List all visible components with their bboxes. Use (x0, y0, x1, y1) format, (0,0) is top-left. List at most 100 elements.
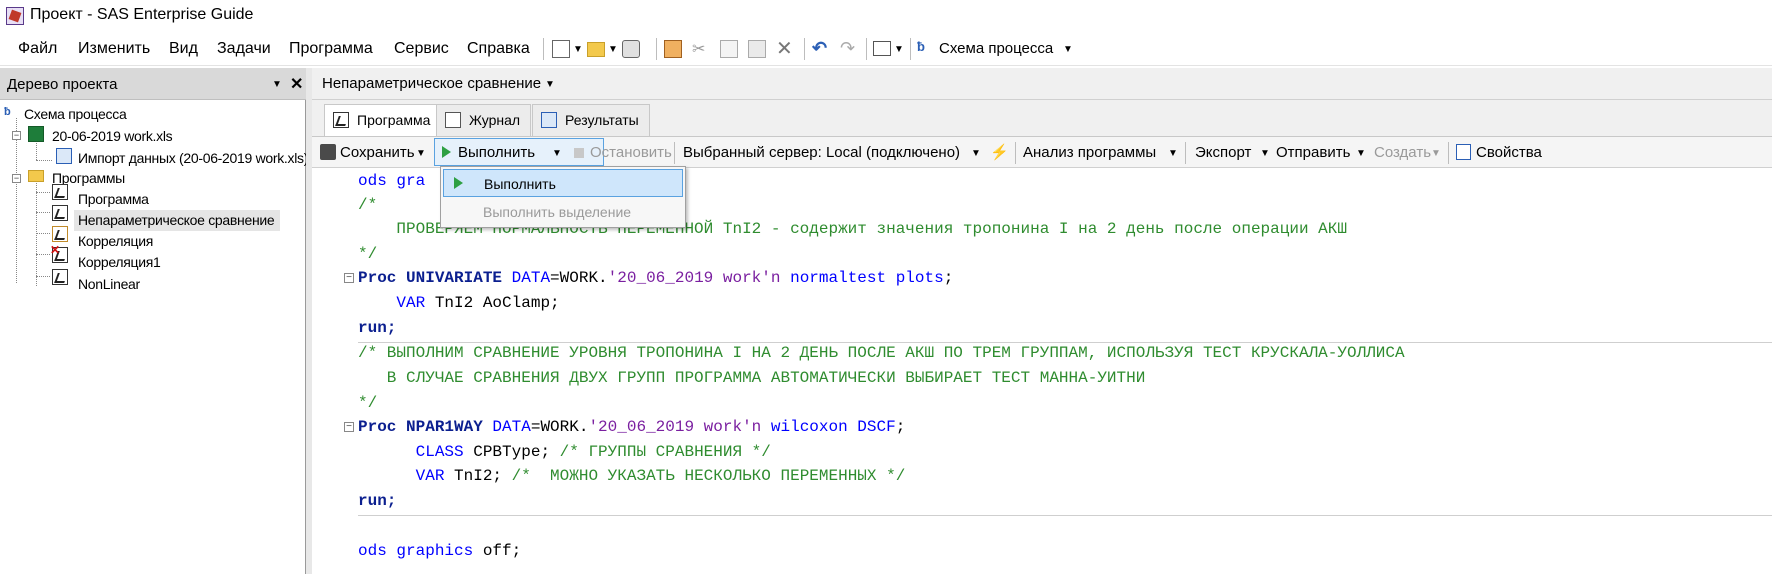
collapse-icon[interactable]: − (12, 174, 21, 183)
toolbar-separator (656, 38, 657, 60)
save-button[interactable]: Сохранить (340, 144, 415, 161)
chevron-down-icon[interactable]: ▼ (552, 148, 562, 159)
code-line-1: ods gra (358, 172, 426, 190)
menu-program[interactable]: Программа (289, 40, 373, 58)
tree-file[interactable]: 20-06-2019 work.xls (52, 128, 173, 144)
tab-log-label: Журнал (469, 112, 521, 128)
menu-tools[interactable]: Сервис (394, 40, 449, 58)
undo-icon[interactable]: ↶ (812, 38, 827, 59)
collapse-icon[interactable]: − (12, 131, 21, 140)
copy-icon[interactable] (720, 40, 738, 58)
window-icon[interactable] (873, 41, 891, 56)
tab-log[interactable]: Журнал (436, 104, 532, 136)
project-tree-title: Дерево проекта (7, 76, 118, 93)
document-title[interactable]: Непараметрическое сравнение (322, 75, 541, 92)
chevron-down-icon[interactable]: ▼ (1168, 148, 1178, 159)
menu-run-label: Выполнить (484, 176, 556, 192)
chevron-down-icon[interactable]: ▼ (1063, 44, 1073, 55)
send-button[interactable]: Отправить (1276, 144, 1350, 161)
run-button-label: Выполнить (458, 144, 536, 161)
menu-run[interactable]: Выполнить (443, 169, 683, 197)
delete-icon[interactable]: ✕ (776, 36, 793, 61)
tab-program[interactable]: Программа (324, 104, 442, 137)
tree-program-4[interactable]: Корреляция1 (78, 254, 161, 270)
properties-button[interactable]: Свойства (1476, 144, 1542, 161)
code-line-14: run; (358, 492, 397, 510)
tree-program-5[interactable]: NonLinear (78, 276, 140, 292)
error-x-icon: ✕ (50, 243, 61, 257)
export-button[interactable]: Экспорт (1195, 144, 1251, 161)
chevron-down-icon[interactable]: ▼ (1260, 148, 1270, 159)
analyze-program-button[interactable]: Анализ программы (1023, 144, 1156, 161)
window-title: Проект - SAS Enterprise Guide (30, 6, 254, 23)
program-icon (52, 184, 68, 200)
chevron-down-icon[interactable]: ▼ (894, 44, 904, 55)
server-selector[interactable]: Выбранный сервер: Local (подключено) (683, 144, 960, 161)
redo-icon[interactable]: ↷ (840, 38, 855, 59)
menu-file[interactable]: Файл (18, 40, 57, 58)
code-line-4: */ (358, 245, 378, 263)
tab-bar: Программа Журнал Результаты (312, 100, 1772, 137)
open-folder-icon[interactable] (587, 42, 605, 57)
chevron-down-icon[interactable]: ▼ (573, 44, 583, 55)
log-icon (445, 112, 461, 128)
menu-run-selection-label: Выполнить выделение (483, 204, 632, 220)
print-icon[interactable] (664, 40, 682, 58)
create-button[interactable]: Создать (1374, 144, 1431, 161)
code-line-10: */ (358, 394, 378, 412)
toolbar-separator (1015, 142, 1016, 164)
project-tree: ƀ Схема процесса − 20-06-2019 work.xls И… (0, 100, 308, 574)
excel-file-icon (28, 126, 44, 142)
chevron-down-icon[interactable]: ▼ (272, 79, 282, 90)
tree-import[interactable]: Импорт данных (20-06-2019 work.xls) (78, 150, 308, 166)
process-flow-label[interactable]: Схема процесса (939, 40, 1053, 57)
fold-toggle-icon[interactable]: − (344, 422, 354, 432)
chevron-down-icon[interactable]: ▼ (608, 44, 618, 55)
tree-program-1[interactable]: Программа (78, 191, 149, 207)
toolbar-separator (910, 38, 911, 60)
chevron-down-icon[interactable]: ▼ (416, 148, 426, 159)
program-icon (52, 205, 68, 221)
code-line-15: ods graphics off; (358, 542, 522, 560)
save-all-icon[interactable] (622, 40, 640, 58)
menu-run-selection[interactable]: Выполнить выделение (443, 198, 683, 226)
menu-tasks[interactable]: Задачи (217, 40, 271, 58)
run-icon (454, 177, 463, 189)
toolbar-separator (804, 38, 805, 60)
new-icon[interactable] (552, 40, 570, 58)
cut-icon[interactable]: ✂ (692, 39, 705, 59)
tree-program-3[interactable]: Корреляция (78, 233, 153, 249)
folder-icon (28, 170, 44, 182)
chevron-down-icon[interactable]: ▼ (545, 79, 555, 90)
section-divider (358, 515, 1772, 516)
tree-process-flow[interactable]: Схема процесса (24, 106, 127, 122)
close-icon[interactable]: ✕ (290, 74, 303, 94)
toolbar-separator (674, 142, 675, 164)
program-toolbar: Сохранить ▼ Выполнить ▼ Остановить Выбра… (312, 136, 1772, 168)
code-line-2: /* (358, 196, 378, 214)
chevron-down-icon[interactable]: ▼ (971, 148, 981, 159)
menu-edit[interactable]: Изменить (78, 40, 150, 58)
fold-toggle-icon[interactable]: − (344, 273, 354, 283)
chevron-down-icon[interactable]: ▼ (1356, 148, 1366, 159)
menu-help[interactable]: Справка (467, 40, 530, 58)
program-icon (333, 112, 349, 128)
code-line-7: run; (358, 319, 397, 337)
code-line-13: VAR TnI2; /* МОЖНО УКАЗАТЬ НЕСКОЛЬКО ПЕР… (358, 467, 906, 485)
stop-button[interactable]: Остановить (590, 144, 672, 161)
chevron-down-icon[interactable]: ▼ (1431, 148, 1441, 159)
process-flow-icon: ƀ (4, 106, 11, 118)
toolbar-separator (1448, 142, 1449, 164)
tab-results[interactable]: Результаты (532, 104, 650, 136)
program-warning-icon (52, 226, 68, 242)
program-icon (52, 269, 68, 285)
code-line-9: В СЛУЧАЕ СРАВНЕНИЯ ДВУХ ГРУПП ПРОГРАММА … (358, 369, 1146, 387)
paste-icon[interactable] (748, 40, 766, 58)
disconnect-icon[interactable]: ⚡ (990, 143, 1009, 161)
tree-program-2[interactable]: Непараметрическое сравнение (78, 212, 275, 228)
run-dropdown-menu: Выполнить Выполнить выделение (440, 166, 686, 228)
tab-program-label: Программа (357, 112, 431, 128)
save-icon[interactable] (320, 144, 336, 160)
sas-app-icon (6, 7, 24, 25)
menu-view[interactable]: Вид (169, 40, 198, 58)
